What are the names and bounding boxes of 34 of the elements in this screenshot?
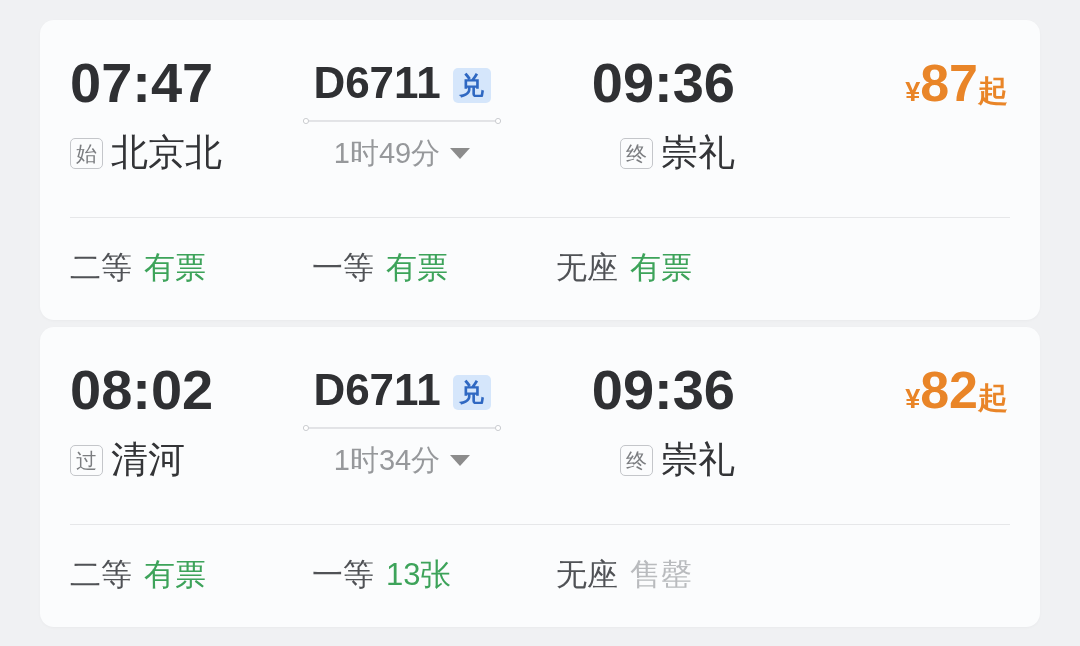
seat-class: 二等 [70,556,132,594]
arrival-time: 09:36 [591,362,735,418]
seat-availability: 有票 [386,249,448,287]
seat-class: 无座 [556,249,618,287]
seat-availability: 13张 [386,556,452,594]
seat-class: 一等 [312,249,374,287]
caret-icon [450,147,471,159]
station-name: 清河 [111,438,185,482]
station-type-badge: 过 [70,444,103,476]
train-badge: 兑 [452,374,491,410]
station-name: 北京北 [111,131,222,175]
train-number: D6711 [313,364,441,416]
seat-class: 无座 [556,556,618,594]
train-number: D6711 [313,57,441,109]
seat-availability: 有票 [144,556,206,594]
train-badge: 兑 [452,67,491,103]
caret-icon [450,454,471,466]
price-text: ¥87起 [905,55,1009,111]
station-type-badge: 终 [620,444,653,476]
station-type-badge: 始 [70,137,103,169]
seat-class: 一等 [312,556,374,594]
seat-availability: 有票 [144,249,206,287]
seat-class: 二等 [70,249,132,287]
price-text: ¥82起 [905,362,1009,418]
station-name: 崇礼 [661,438,735,482]
station-name: 崇礼 [661,131,735,175]
train-card[interactable]: 07:47 D6711 兑 09:36 ¥87起 始 北京北 1时49分 终 崇礼 二等 有票 一等 有票 无座 有票 [40,20,1040,320]
arrival-time: 09:36 [591,55,735,111]
train-card[interactable]: 08:02 D6711 兑 09:36 ¥82起 过 清河 1时34分 终 崇礼 二等 有票 一等 13张 无座 售罄 [40,327,1040,627]
departure-time: 07:47 [70,55,214,111]
departure-time: 08:02 [70,362,214,418]
seat-availability: 有票 [630,249,692,287]
station-type-badge: 终 [620,137,653,169]
seat-availability: 售罄 [630,556,692,594]
